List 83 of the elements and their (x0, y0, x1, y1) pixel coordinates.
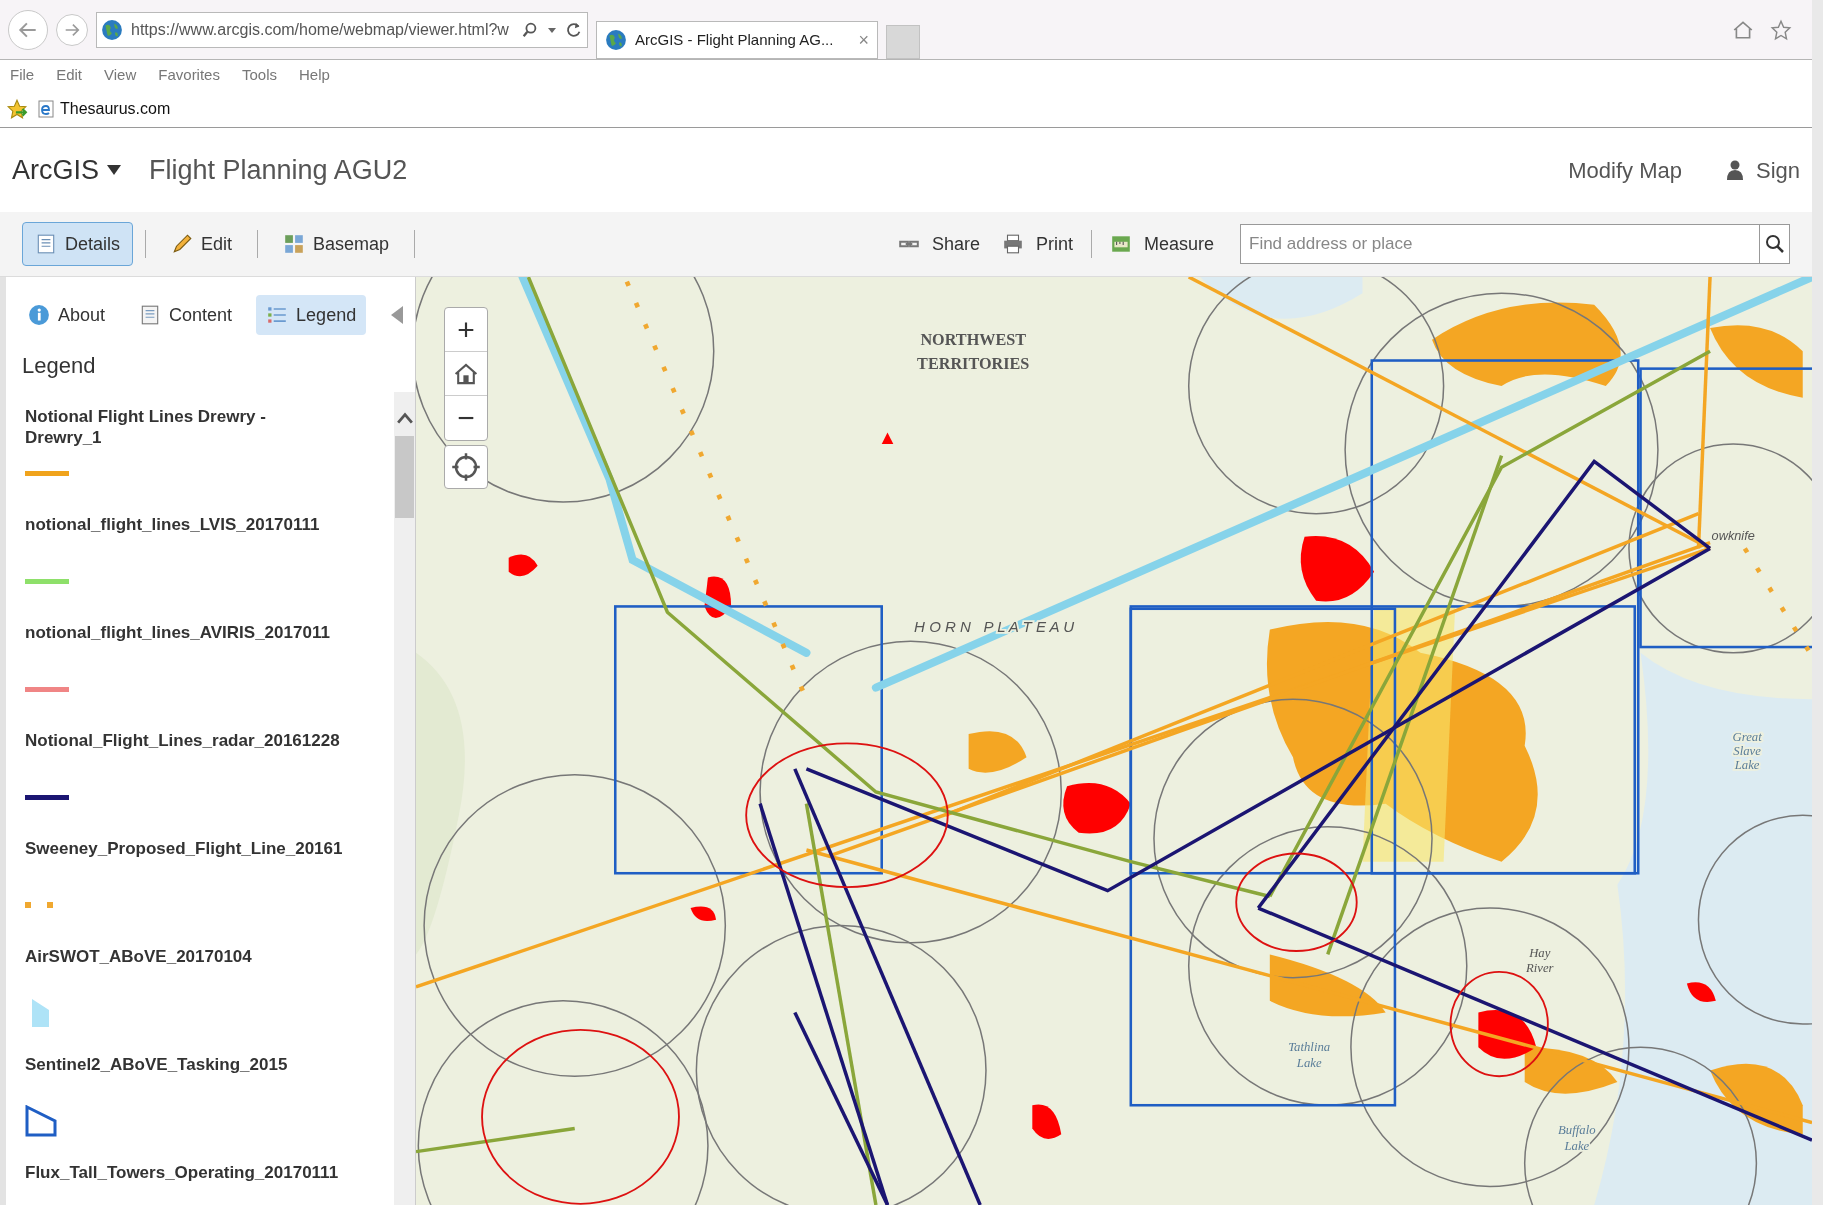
caret-icon (107, 165, 121, 175)
map-label: Great (1732, 730, 1762, 744)
menu-item[interactable]: Edit (56, 63, 83, 87)
fire-area (1063, 783, 1131, 834)
search-field[interactable]: Find address or place (1240, 224, 1760, 264)
close-icon[interactable]: × (858, 31, 869, 49)
toolbar-button[interactable]: Basemap (270, 222, 403, 266)
fire-area (704, 576, 732, 619)
locate-button[interactable] (444, 445, 488, 489)
fire-area (1032, 1104, 1062, 1139)
map-label: owknife (1711, 528, 1755, 544)
list-icon (266, 304, 289, 326)
globe-icon (605, 29, 627, 51)
fire-area (881, 432, 894, 445)
toolbar-button[interactable]: Details (22, 222, 134, 266)
scrollbar-thumb[interactable] (395, 436, 414, 518)
legend-title: AirSWOT_ABoVE_20170104 (25, 946, 253, 967)
map-label: Hay (1529, 945, 1551, 960)
legend-title: Flux_Tall_Towers_Operating_20170111 (25, 1162, 340, 1183)
toolbar-button[interactable]: Share (893, 230, 984, 258)
scrollbar[interactable] (394, 392, 415, 1205)
refresh-icon[interactable] (565, 20, 583, 39)
arcgis-menu-button[interactable]: ArcGIS (12, 149, 121, 191)
modify-map-link[interactable]: Modify Map (1568, 153, 1682, 187)
panel-heading: Legend (21, 352, 97, 380)
panel-tab[interactable]: About (18, 295, 116, 335)
zoom-out-button[interactable]: − (445, 396, 487, 440)
legend-title: Notional Flight Lines Drewry - Drewry_1 (25, 406, 267, 448)
search-icon[interactable] (521, 20, 539, 39)
legend-title: notional_flight_lines_LVIS_20170111 (25, 514, 321, 535)
star-icon[interactable] (1770, 18, 1792, 41)
map-label: Slave (1733, 743, 1761, 758)
forward-button[interactable] (56, 13, 88, 46)
favorites-star-icon[interactable] (6, 97, 28, 120)
map-label: Lake (1734, 757, 1760, 772)
menu-item[interactable]: File (10, 63, 35, 87)
menu-item[interactable]: Help (299, 63, 330, 87)
toolbar-button[interactable]: Measure (1105, 230, 1218, 258)
grid-icon (283, 233, 306, 255)
panel-tab[interactable]: Legend (256, 295, 367, 335)
search-button[interactable] (1760, 224, 1790, 264)
toolbar-button[interactable]: Print (997, 230, 1077, 258)
tab-title: ArcGIS - Flight Planning AG... (635, 29, 834, 50)
person-icon (1725, 160, 1744, 180)
url-text[interactable]: https://www.arcgis.com/home/webmap/viewer.html?w (131, 17, 509, 42)
panel-tab[interactable]: Content (129, 295, 243, 335)
printer-icon (1001, 233, 1024, 255)
zoom-in-button[interactable]: + (445, 308, 487, 352)
info-icon (28, 304, 50, 326)
map-title: Flight Planning AGU2 (149, 153, 408, 187)
map-label: Tathlina (1288, 1039, 1331, 1054)
fire-area (508, 554, 538, 577)
details-icon (35, 233, 57, 255)
legend-title: Notional_Flight_Lines_radar_20161228 (25, 730, 341, 751)
ruler-icon (1109, 233, 1132, 255)
menu-item[interactable]: Favorites (158, 63, 220, 87)
back-button[interactable] (8, 9, 48, 50)
legend-title: Sentinel2_ABoVE_Tasking_2015 (25, 1054, 289, 1075)
crosshair-icon (451, 452, 481, 482)
fire-area (968, 731, 1027, 773)
map-label: River (1525, 960, 1554, 975)
globe-icon (101, 18, 123, 41)
map-label: TERRITORIES (917, 354, 1030, 373)
favorite-link[interactable]: Thesaurus.com (60, 96, 171, 121)
chevron-up-icon (396, 412, 413, 424)
browser-tab[interactable]: ArcGIS - Flight Planning AG... × (596, 21, 878, 59)
menu-item[interactable]: Tools (241, 63, 277, 87)
sign-in-button[interactable]: Sign (1725, 153, 1800, 187)
map-label: NORTHWEST (920, 331, 1027, 350)
toolbar-button[interactable]: Edit (158, 222, 246, 266)
pencil-icon (171, 233, 194, 255)
menu-item[interactable]: View (104, 63, 137, 87)
address-bar[interactable]: https://www.arcgis.com/home/webmap/viewer.html?w (96, 11, 588, 48)
search-icon (1764, 234, 1785, 254)
map-label: Buffalo (1558, 1123, 1596, 1138)
page-icon (36, 98, 56, 119)
collapse-button[interactable] (391, 306, 403, 324)
fire-area (1686, 982, 1716, 1002)
map-label: Lake (1296, 1055, 1322, 1070)
map-label: Lake (1564, 1139, 1590, 1154)
legend-title: notional_flight_lines_AVIRIS_2017011 (25, 622, 331, 643)
legend-title: Sweeney_Proposed_Flight_Line_20161 (25, 838, 344, 859)
fire-area (690, 906, 717, 922)
